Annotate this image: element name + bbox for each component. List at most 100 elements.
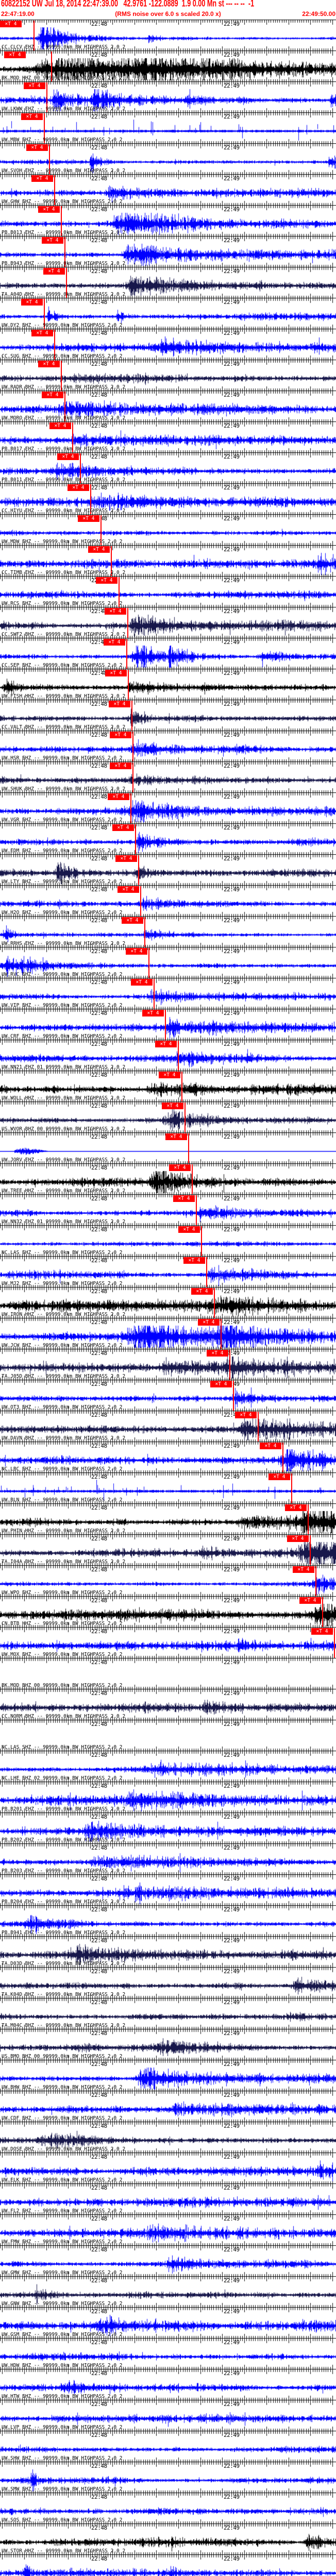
pick-flag[interactable]: ×T 4: [78, 515, 99, 522]
time-tick-label: 22:48: [91, 1504, 107, 1511]
pick-flag[interactable]: ×T 4: [198, 1319, 220, 1326]
pick-flag[interactable]: ×T 4: [104, 639, 125, 646]
pick-flag[interactable]: ×T 4: [169, 1164, 191, 1171]
trace-row: 22:48 22:49 UW.HDW EHZ -- 99999.0km BW HIG…: [0, 2338, 336, 2369]
station-label: UW.CRF EHZ -- 99999.0km BW HIGHPASS 2.0 …: [2, 1033, 123, 1039]
time-tick-label: 22:48: [91, 206, 107, 213]
pick-flag[interactable]: ×T 4: [178, 1226, 200, 1233]
pick-flag[interactable]: ×T 4: [4, 52, 26, 58]
trace-row: 22:4822:49×T 4UW.MDW EHZ -- 99999.0km BW…: [0, 514, 336, 545]
pick-flag[interactable]: ×T 4: [311, 1628, 333, 1635]
pick-flag[interactable]: ×T 4: [165, 1133, 187, 1140]
pick-time-line: [291, 1473, 292, 1503]
pick-flag[interactable]: ×T 4: [105, 670, 127, 676]
pick-flag[interactable]: ×T 4: [207, 1350, 228, 1357]
time-tick-label: 22:48: [91, 855, 107, 862]
station-label: UW.SHW EHZ -- 99999.0km BW HIGHPASS 2.0 …: [2, 2455, 123, 2461]
trace-row: 22:48 22:49 ×T 4 UW.VIP EHZ -- 99999.0km BW…: [0, 978, 336, 1009]
station-label: CC.NORM BHZ -- 99999.0km BW HIGHPASS 2.0…: [2, 1714, 126, 1719]
time-tick-label: 22:49: [224, 1937, 240, 1944]
pick-flag[interactable]: ×T 4: [31, 175, 53, 182]
station-label: UW.HTW EHZ -- 99999.0km BW HIGHPASS 2.0 …: [2, 2394, 123, 2399]
pick-flag[interactable]: ×T 4: [21, 299, 43, 306]
pick-flag[interactable]: ×T 4: [287, 1535, 309, 1542]
pick-flag[interactable]: ×T 4: [38, 361, 60, 367]
station-label: UW.LVP EHZ -- 99999.0km BW HIGHPASS 2.0 …: [2, 2425, 123, 2430]
time-tick-label: 22:48: [91, 1937, 107, 1944]
trace-row: 22:48 22:49 ×T 4 UW.DAVN BHZ -- 99999.0km B…: [0, 1411, 336, 1442]
pick-flag[interactable]: ×T 4: [57, 453, 79, 460]
pick-flag[interactable]: ×T 4: [268, 1473, 290, 1480]
pick-flag[interactable]: ×T 4: [26, 144, 48, 151]
pick-flag[interactable]: ×T 4: [38, 206, 60, 213]
pick-flag[interactable]: ×T 4: [112, 824, 134, 831]
time-tick-label: 22:49: [224, 2123, 240, 2129]
trace-row: 22:48 22:49 PB.B203 EHZ -- 99999.0km BW HI…: [0, 1843, 336, 1874]
pick-flag[interactable]: ×T 4: [173, 1195, 195, 1202]
pick-flag[interactable]: ×T 4: [49, 422, 71, 429]
time-tick-label: 22:48: [91, 1226, 107, 1233]
pick-time-line: [282, 1443, 283, 1472]
time-tick-label: 22:48: [91, 732, 107, 738]
trace-row: 22:48 22:49 ×T 4 CN.BTB HHZ -- 99999.0km BW…: [0, 1596, 336, 1627]
pick-flag[interactable]: ×T 4: [110, 732, 131, 738]
station-label: UW.MDW EHZ -- 99999.0km BW HIGHPASS 2.0 …: [2, 539, 123, 545]
pick-flag[interactable]: ×T 4: [299, 1597, 321, 1604]
station-label: UW.FL2 EHZ -- 99999.0km BW HIGHPASS 2.0 …: [2, 2208, 123, 2214]
pick-flag[interactable]: ×T 4: [42, 237, 63, 244]
pick-flag[interactable]: ×T 4: [159, 1072, 180, 1078]
pick-flag[interactable]: ×T 4: [105, 608, 126, 615]
pick-flag[interactable]: ×T 4: [115, 855, 137, 862]
trace-row: 22:48 22:49 ×T 4 UW.SHUK BHZ -- 99999.0km B…: [0, 761, 336, 792]
pick-flag[interactable]: ×T 4: [21, 113, 43, 120]
pick-time-line: [184, 1103, 186, 1132]
pick-flag[interactable]: ×T 4: [117, 886, 139, 893]
pick-flag[interactable]: ×T 4: [191, 1288, 213, 1295]
pick-flag[interactable]: ×T 4: [155, 1041, 177, 1047]
pick-time-line: [206, 1257, 207, 1287]
pick-flag[interactable]: ×T 4: [293, 1566, 314, 1573]
trace-row: 22:48 22:49 ×T 4 CC.SUG EHZ -- 99999.0km BW…: [0, 329, 336, 360]
pick-flag[interactable]: ×T 4: [43, 268, 65, 275]
time-tick-label: 22:48: [91, 948, 107, 955]
pick-flag[interactable]: ×T 4: [24, 82, 45, 89]
trace-row: 22:48 22:49 ×T 4 PB.B011 EHZ -- 99999.0km B…: [0, 452, 336, 483]
time-tick-label: 22:48: [91, 1721, 107, 1727]
time-tick-label: 22:49: [224, 1659, 240, 1666]
pick-flag[interactable]: ×T 4: [183, 1257, 205, 1264]
pick-flag[interactable]: ×T 4: [96, 577, 117, 584]
pick-flag[interactable]: ×T 4: [0, 21, 22, 27]
pick-flag[interactable]: ×T 4: [260, 1443, 281, 1449]
pick-flag[interactable]: ×T 4: [162, 1103, 183, 1109]
trace-row: 22:48 22:49 ×T 4 TA.I04A BHZ -- 99999.0km B…: [0, 1534, 336, 1565]
pick-flag[interactable]: ×T 4: [126, 948, 147, 955]
pick-flag[interactable]: ×T 4: [109, 701, 130, 707]
pick-time-line: [130, 793, 131, 823]
pick-flag[interactable]: ×T 4: [88, 546, 110, 553]
pick-time-line: [233, 1381, 234, 1411]
trace-row: 22:48 22:49 ×T 4 UW.CRF EHZ -- 99999.0km BW…: [0, 1009, 336, 1040]
pick-flag[interactable]: ×T 4: [110, 762, 131, 769]
station-label: UW.GMW EHZ -- 99999.0km BW HIGHPASS 2.0 …: [2, 2270, 123, 2276]
pick-flag[interactable]: ×T 4: [131, 979, 153, 986]
waveform[interactable]: [0, 2554, 336, 2576]
time-tick-label: 22:48: [91, 1412, 107, 1418]
time-tick-label: 22:49: [224, 2401, 240, 2408]
time-tick-label: 22:48: [91, 361, 107, 367]
time-tick-label: 22:49: [224, 886, 240, 893]
pick-flag[interactable]: ×T 4: [108, 793, 129, 800]
time-tick-label: 22:48: [91, 144, 107, 151]
time-tick-label: 22:49: [224, 1906, 240, 1913]
pick-flag[interactable]: ×T 4: [142, 1010, 164, 1016]
pick-flag[interactable]: ×T 4: [31, 330, 53, 336]
window-start-time: 22:47:19.00: [1, 10, 35, 18]
pick-flag[interactable]: ×T 4: [235, 1412, 257, 1418]
pick-flag[interactable]: ×T 4: [210, 1381, 232, 1387]
time-tick-label: 22:49: [224, 2215, 240, 2222]
pick-flag[interactable]: ×T 4: [285, 1504, 307, 1511]
station-label: UW.FMW EHZ -- 99999.0km BW HIGHPASS 2.0 …: [2, 2239, 123, 2245]
pick-flag[interactable]: ×T 4: [122, 917, 143, 924]
pick-flag[interactable]: ×T 4: [42, 392, 63, 398]
pick-time-line: [310, 1535, 311, 1565]
pick-flag[interactable]: ×T 4: [68, 484, 89, 491]
